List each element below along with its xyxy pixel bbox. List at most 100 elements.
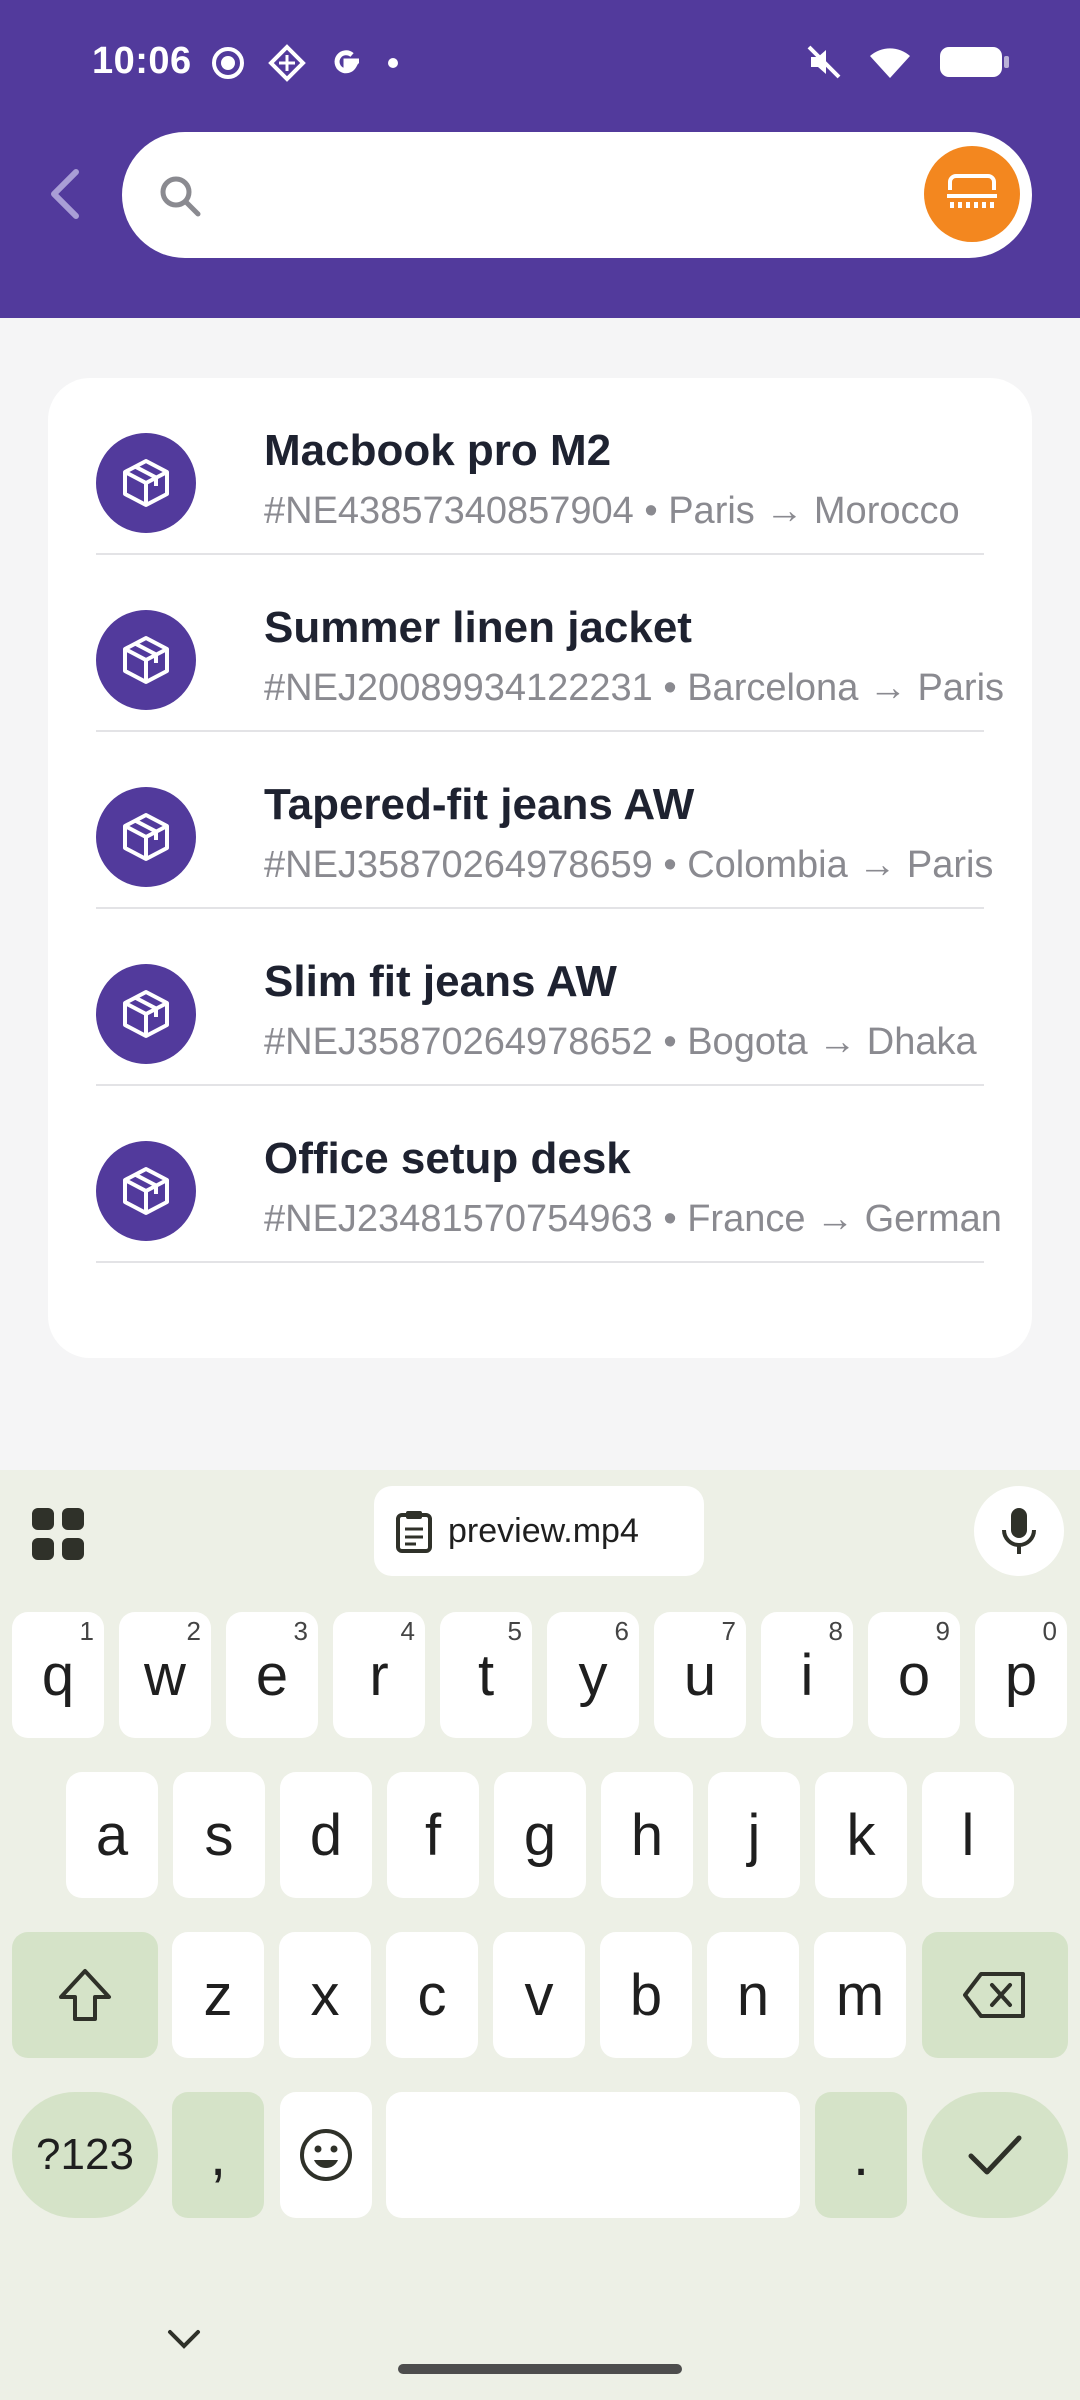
key-y-label: y — [578, 1642, 608, 1708]
key-y[interactable]: y6 — [547, 1612, 639, 1738]
key-n-label: n — [736, 1962, 770, 2028]
package-icon — [96, 433, 196, 533]
key-e[interactable]: e3 — [226, 1612, 318, 1738]
emoji-key[interactable] — [280, 2092, 372, 2218]
key-x[interactable]: x — [279, 1932, 371, 2058]
apps-grid-icon[interactable] — [30, 1506, 86, 1562]
key-f-label: f — [424, 1802, 442, 1868]
key-v-label: v — [524, 1962, 554, 2028]
microphone-icon — [1002, 1508, 1036, 1554]
symbols-key[interactable]: ?123 — [12, 2092, 158, 2218]
shipment-list-item[interactable]: Macbook pro M2 #NE43857340857904 • Paris … — [96, 378, 984, 555]
shipment-title: Macbook pro M2 — [264, 426, 612, 475]
shipment-list-item[interactable]: Office setup desk #NEJ23481570754963 • Fr… — [96, 1086, 1002, 1263]
key-s[interactable]: s — [173, 1772, 265, 1898]
key-c[interactable]: c — [386, 1932, 478, 2058]
key-b[interactable]: b — [600, 1932, 692, 2058]
record-icon — [212, 47, 244, 79]
shipment-list-item[interactable]: Slim fit jeans AW #NEJ35870264978652 • Bo… — [96, 909, 984, 1086]
shipment-tracking-route: #NEJ35870264978659 • Colombia → Paris — [264, 844, 994, 886]
shipment-list-item[interactable]: Summer linen jacket #NEJ20089934122231 • … — [96, 555, 1004, 732]
mute-icon — [807, 45, 841, 79]
key-number-hint: 4 — [400, 1616, 415, 1646]
battery-icon — [940, 47, 1009, 77]
key-number-hint: 6 — [614, 1616, 629, 1646]
key-g-label: g — [523, 1802, 557, 1868]
key-w[interactable]: w2 — [119, 1612, 211, 1738]
key-q-label: q — [41, 1642, 75, 1708]
key-g[interactable]: g — [494, 1772, 586, 1898]
package-icon — [96, 787, 196, 887]
key-d[interactable]: d — [280, 1772, 372, 1898]
search-input[interactable] — [222, 162, 922, 228]
key-h[interactable]: h — [601, 1772, 693, 1898]
key-c-label: c — [417, 1962, 447, 2028]
wifi-icon — [870, 48, 910, 78]
key-v[interactable]: v — [493, 1932, 585, 2058]
key-n[interactable]: n — [707, 1932, 799, 2058]
key-l-label: l — [961, 1802, 975, 1868]
shipment-list-item[interactable]: Tapered-fit jeans AW #NEJ35870264978659 •… — [96, 732, 993, 909]
clipboard-label: preview.mp4 — [448, 1511, 639, 1550]
google-icon — [334, 50, 359, 74]
key-t-label: t — [477, 1642, 495, 1708]
period-key-label: . — [852, 2122, 870, 2188]
enter-key[interactable] — [922, 2092, 1068, 2218]
key-a-label: a — [95, 1802, 129, 1868]
key-number-hint: 9 — [935, 1616, 950, 1646]
system-icons — [806, 44, 1010, 80]
key-o[interactable]: o9 — [868, 1612, 960, 1738]
clipboard-suggestion[interactable]: preview.mp4 — [374, 1486, 704, 1576]
hide-keyboard-chevron-icon[interactable] — [166, 2328, 202, 2352]
key-l[interactable]: l — [922, 1772, 1014, 1898]
shipment-tracking-route: #NEJ20089934122231 • Barcelona → Paris — [264, 667, 1005, 709]
key-number-hint: 1 — [79, 1616, 94, 1646]
key-j-label: j — [747, 1802, 761, 1868]
space-bar[interactable] — [386, 2092, 800, 2218]
emoji-icon — [300, 2129, 352, 2181]
back-arrow-icon[interactable] — [40, 164, 90, 224]
key-f[interactable]: f — [387, 1772, 479, 1898]
shipment-title: Slim fit jeans AW — [264, 957, 617, 1006]
key-t[interactable]: t5 — [440, 1612, 532, 1738]
key-u[interactable]: u7 — [654, 1612, 746, 1738]
shipment-title: Tapered-fit jeans AW — [264, 780, 695, 829]
key-z[interactable]: z — [172, 1932, 264, 2058]
key-z-label: z — [203, 1962, 233, 2028]
package-icon — [96, 610, 196, 710]
shipment-tracking-route: #NE43857340857904 • Paris → Morocco — [264, 490, 960, 532]
shipment-tracking-route: #NEJ23481570754963 • France → German — [264, 1198, 1002, 1240]
key-number-hint: 5 — [507, 1616, 522, 1646]
barcode-scan-icon — [947, 174, 997, 208]
key-p-label: p — [1004, 1642, 1038, 1708]
key-j[interactable]: j — [708, 1772, 800, 1898]
comma-key[interactable]: , — [172, 2092, 264, 2218]
on-screen-keyboard: preview.mp4 q1w2e3r4t5y6u7i8o9p0asdfghjk… — [0, 1470, 1080, 2400]
key-number-hint: 8 — [828, 1616, 843, 1646]
period-key[interactable]: . — [815, 2092, 907, 2218]
voice-input-button[interactable] — [974, 1486, 1064, 1576]
key-i[interactable]: i8 — [761, 1612, 853, 1738]
key-k[interactable]: k — [815, 1772, 907, 1898]
shift-icon — [59, 1969, 111, 2021]
key-number-hint: 7 — [721, 1616, 736, 1646]
key-p[interactable]: p0 — [975, 1612, 1067, 1738]
search-icon — [160, 176, 201, 217]
shift-key[interactable] — [12, 1932, 158, 2058]
search-bar[interactable] — [122, 132, 1032, 258]
gesture-nav-handle[interactable] — [398, 2364, 682, 2374]
app-notification-icon — [268, 44, 306, 82]
key-m[interactable]: m — [814, 1932, 906, 2058]
scan-button[interactable] — [924, 146, 1020, 242]
status-time: 10:06 — [92, 40, 192, 82]
key-q[interactable]: q1 — [12, 1612, 104, 1738]
key-h-label: h — [630, 1802, 664, 1868]
package-icon — [96, 1141, 196, 1241]
shipment-title: Summer linen jacket — [264, 603, 692, 652]
key-a[interactable]: a — [66, 1772, 158, 1898]
key-r[interactable]: r4 — [333, 1612, 425, 1738]
notification-icons — [210, 44, 400, 82]
backspace-key[interactable] — [922, 1932, 1068, 2058]
key-x-label: x — [310, 1962, 340, 2028]
app-header: 10:06 — [0, 0, 1080, 318]
